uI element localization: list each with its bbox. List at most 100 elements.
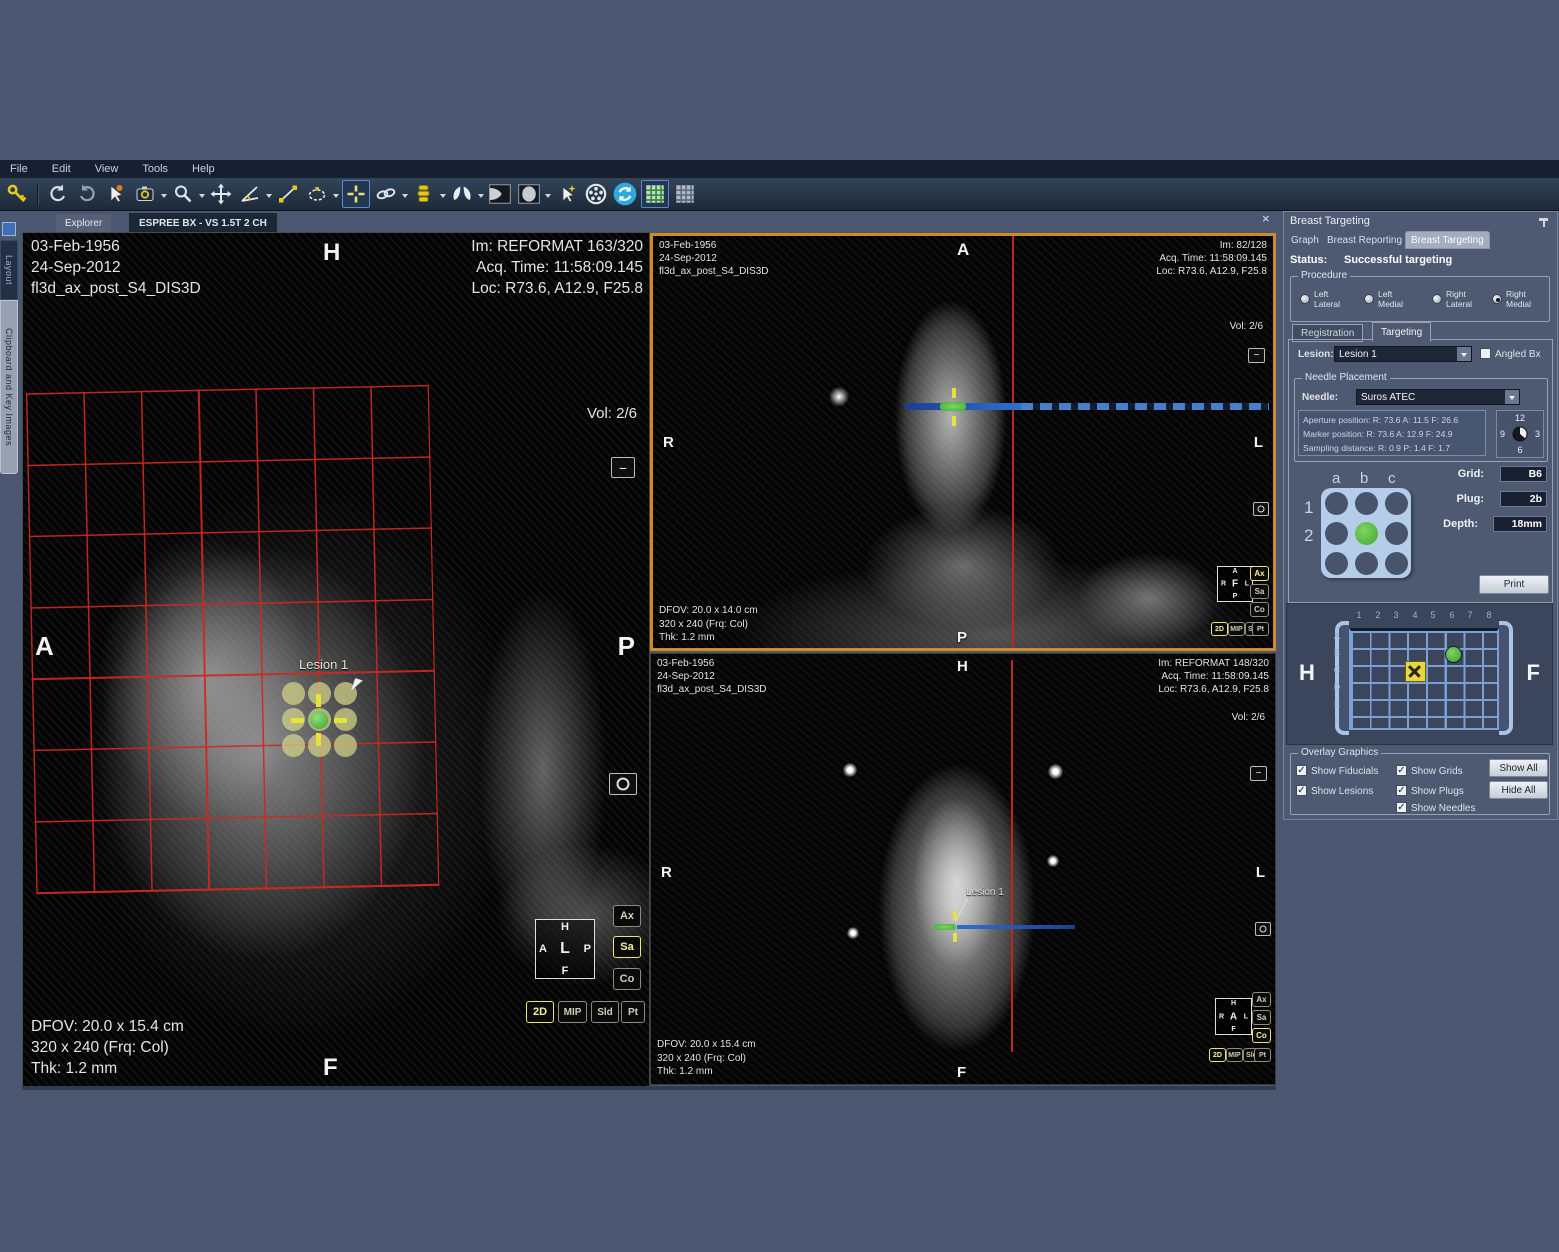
spine-icon[interactable] bbox=[411, 181, 437, 207]
axial-button[interactable]: Ax bbox=[1250, 566, 1269, 581]
coronal-button[interactable]: Co bbox=[613, 968, 641, 990]
2d-button[interactable]: 2D bbox=[1211, 622, 1228, 636]
show-lesions-checkbox[interactable]: ✓ bbox=[1296, 785, 1307, 796]
axial-button[interactable]: Ax bbox=[1252, 992, 1271, 1007]
dropdown-caret[interactable] bbox=[478, 194, 484, 201]
lesion-select[interactable]: Lesion 1 bbox=[1334, 346, 1472, 362]
dropdown-caret[interactable] bbox=[266, 194, 272, 201]
menu-help[interactable]: Help bbox=[192, 163, 215, 175]
sync-icon[interactable] bbox=[612, 181, 638, 207]
pin-icon[interactable] bbox=[1539, 218, 1548, 221]
plug-field-value[interactable]: 2b bbox=[1500, 491, 1547, 507]
viewport-coronal[interactable]: 03-Feb-1956 24-Sep-2012 fl3d_ax_post_S4_… bbox=[650, 233, 1276, 651]
toolbar-separator bbox=[37, 183, 38, 205]
close-icon[interactable]: × bbox=[1262, 212, 1270, 225]
collapse-button[interactable]: − bbox=[1250, 766, 1267, 781]
menu-view[interactable]: View bbox=[95, 163, 119, 175]
show-plugs-checkbox[interactable]: ✓ bbox=[1396, 785, 1407, 796]
orientation-bottom: F bbox=[323, 1054, 338, 1082]
viewport-sagittal[interactable]: Lesion 1 03-Feb-1956 24-Sep-2012 fl3d_ax… bbox=[22, 232, 650, 1087]
sagittal-button[interactable]: Sa bbox=[613, 936, 641, 958]
show-fiducials-checkbox[interactable]: ✓ bbox=[1296, 765, 1307, 776]
link-icon[interactable] bbox=[373, 181, 399, 207]
lungs-icon[interactable] bbox=[449, 181, 475, 207]
grid-off-icon[interactable] bbox=[672, 181, 698, 207]
collapse-button[interactable]: − bbox=[1248, 348, 1265, 363]
needle-select[interactable]: Suros ATEC bbox=[1356, 389, 1520, 405]
dropdown-caret[interactable] bbox=[333, 194, 339, 201]
angle-measure-icon[interactable] bbox=[237, 181, 263, 207]
coronal-button[interactable]: Co bbox=[1252, 1028, 1271, 1043]
hide-all-button[interactable]: Hide All bbox=[1489, 781, 1548, 799]
radio-left-medial[interactable] bbox=[1364, 294, 1374, 304]
point-button[interactable]: Pt bbox=[1252, 622, 1269, 636]
ellipse-roi-icon[interactable] bbox=[304, 181, 330, 207]
collapse-button[interactable]: − bbox=[611, 457, 635, 478]
tab-patient[interactable]: ESPREE BX - VS 1.5T 2 CH bbox=[128, 212, 278, 233]
viewport-axial[interactable]: Lesion 1 03-Feb-1956 24-Sep-2012 fl3d_ax… bbox=[650, 653, 1276, 1085]
print-button[interactable]: Print bbox=[1479, 575, 1549, 594]
show-grids-checkbox[interactable]: ✓ bbox=[1396, 765, 1407, 776]
point-button[interactable]: Pt bbox=[1254, 1048, 1271, 1062]
2d-button[interactable]: 2D bbox=[526, 1001, 554, 1023]
dropdown-caret[interactable] bbox=[161, 194, 167, 201]
menu-file[interactable]: File bbox=[10, 163, 28, 175]
needle-trajectory bbox=[1021, 403, 1269, 410]
angled-bx-checkbox[interactable] bbox=[1480, 348, 1491, 359]
sagittal-button[interactable]: Sa bbox=[1252, 1010, 1271, 1025]
coronal-button[interactable]: Co bbox=[1250, 602, 1269, 617]
grid-field-value[interactable]: B6 bbox=[1500, 466, 1547, 482]
dropdown-caret[interactable] bbox=[402, 194, 408, 201]
dropdown-caret[interactable] bbox=[440, 194, 446, 201]
axial-button[interactable]: Ax bbox=[613, 905, 641, 927]
radio-left-lateral[interactable] bbox=[1300, 294, 1310, 304]
2d-button[interactable]: 2D bbox=[1209, 1048, 1226, 1062]
redo-icon[interactable] bbox=[74, 181, 100, 207]
show-all-button[interactable]: Show All bbox=[1489, 759, 1548, 777]
film-icon[interactable] bbox=[583, 181, 609, 207]
grid-on-icon[interactable] bbox=[641, 180, 669, 208]
show-needles-checkbox[interactable]: ✓ bbox=[1396, 802, 1407, 813]
tab-targeting[interactable]: Targeting bbox=[1372, 322, 1431, 342]
tab-breast-targeting[interactable]: Breast Targeting bbox=[1406, 232, 1489, 248]
procedure-legend: Procedure bbox=[1298, 270, 1350, 281]
pan-icon[interactable] bbox=[208, 181, 234, 207]
mip-button[interactable]: MIP bbox=[558, 1001, 587, 1023]
orientation-left: R bbox=[663, 434, 674, 451]
camera-icon[interactable] bbox=[132, 181, 158, 207]
snapshot-camera-button[interactable] bbox=[1255, 922, 1271, 936]
side-scroll-chip[interactable] bbox=[2, 222, 16, 236]
pointer-sparkle-icon[interactable] bbox=[554, 181, 580, 207]
depth-field-value[interactable]: 18mm bbox=[1493, 516, 1547, 532]
mip-button[interactable]: MIP bbox=[1228, 622, 1245, 636]
select-pointer-icon[interactable] bbox=[103, 181, 129, 207]
distance-measure-icon[interactable] bbox=[275, 181, 301, 207]
crosshair-icon[interactable] bbox=[342, 180, 370, 208]
mammo-view-2-icon[interactable] bbox=[516, 181, 542, 207]
radio-right-medial[interactable] bbox=[1492, 294, 1502, 304]
chevron-down-icon[interactable] bbox=[1457, 347, 1471, 361]
menu-tools[interactable]: Tools bbox=[142, 163, 168, 175]
snapshot-camera-button[interactable] bbox=[609, 773, 637, 795]
key-icon[interactable] bbox=[4, 181, 30, 207]
mip-button[interactable]: MIP bbox=[1226, 1048, 1243, 1062]
magnifier-icon[interactable] bbox=[170, 181, 196, 207]
snapshot-camera-button[interactable] bbox=[1253, 502, 1269, 516]
menu-edit[interactable]: Edit bbox=[52, 163, 71, 175]
tab-breast-reporting[interactable]: Breast Reporting bbox=[1322, 232, 1407, 248]
crosshair-tick bbox=[953, 933, 957, 942]
radio-right-lateral[interactable] bbox=[1432, 294, 1442, 304]
sagittal-button[interactable]: Sa bbox=[1250, 584, 1269, 599]
mammo-view-1-icon[interactable] bbox=[487, 181, 513, 207]
plug-field-label: Plug: bbox=[1436, 493, 1484, 505]
undo-icon[interactable] bbox=[45, 181, 71, 207]
tab-graph[interactable]: Graph bbox=[1286, 232, 1324, 248]
tab-explorer[interactable]: Explorer bbox=[56, 214, 111, 232]
side-tab-clipboard[interactable]: Clipboard and Key Images bbox=[0, 300, 18, 474]
side-tab-layout[interactable]: Layout bbox=[0, 240, 18, 300]
dropdown-caret[interactable] bbox=[199, 194, 205, 201]
chevron-down-icon[interactable] bbox=[1505, 390, 1519, 404]
point-button[interactable]: Pt bbox=[621, 1001, 645, 1023]
slide-button[interactable]: Sld bbox=[591, 1001, 619, 1023]
dropdown-caret[interactable] bbox=[545, 194, 551, 201]
